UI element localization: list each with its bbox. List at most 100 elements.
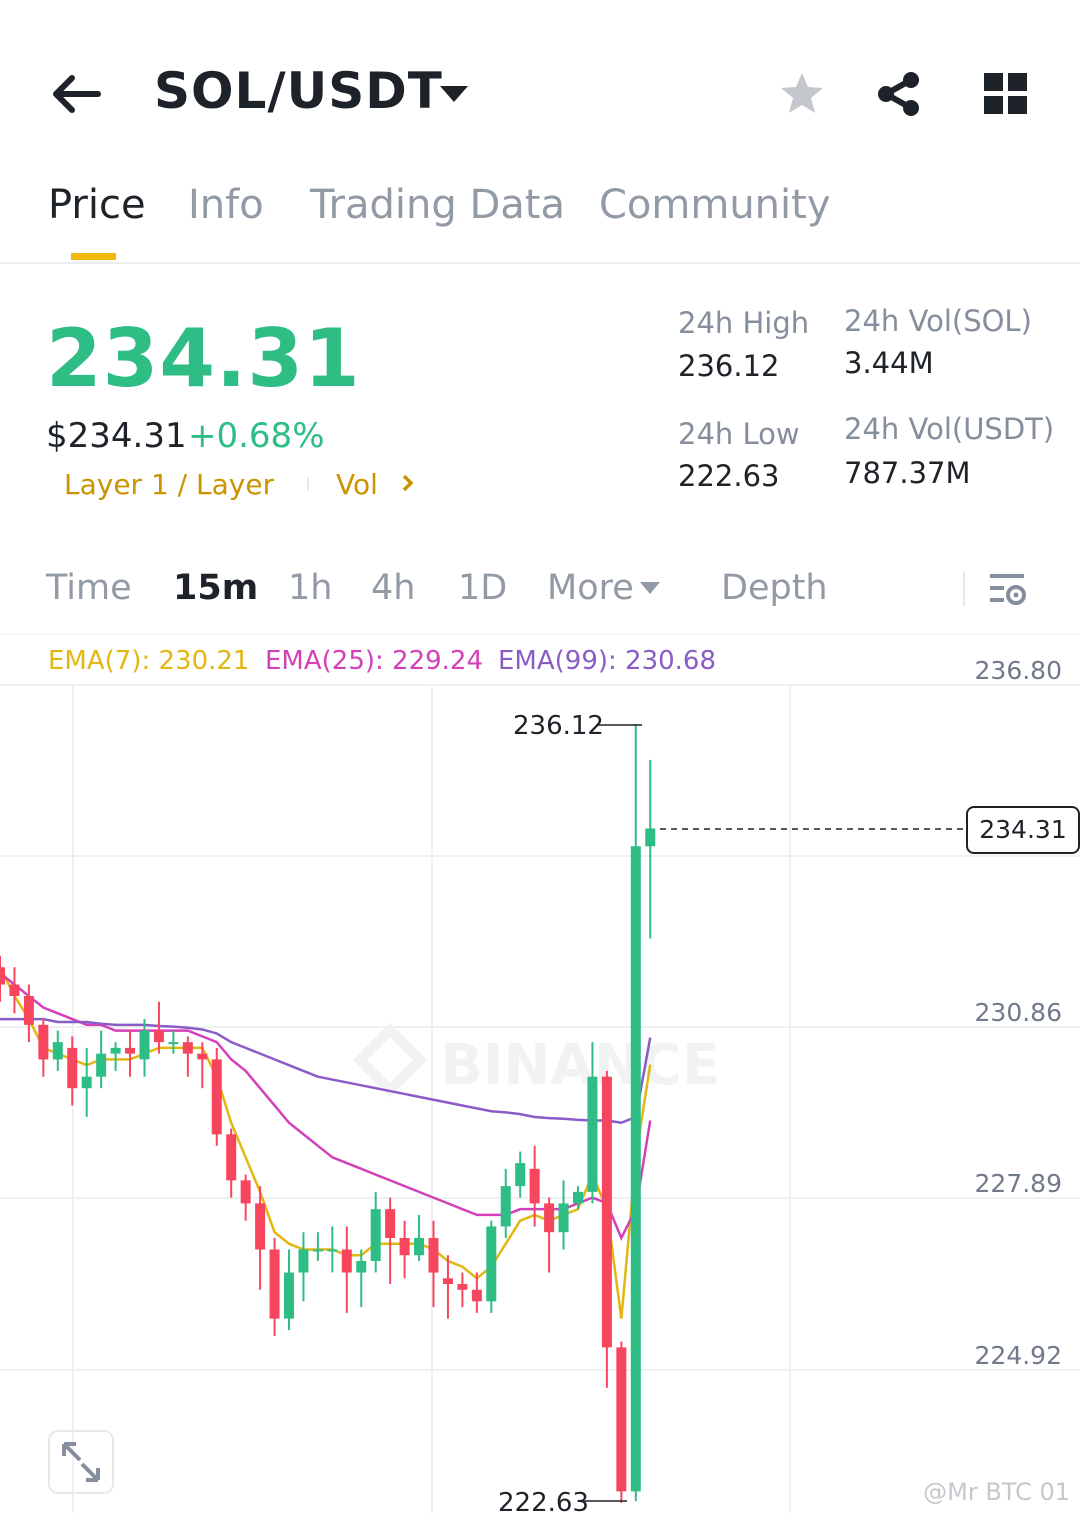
fullscreen-button[interactable]	[48, 1430, 114, 1494]
candle-body	[9, 984, 20, 997]
candle-body	[23, 996, 34, 1025]
candle-body	[544, 1203, 555, 1233]
candle-body	[370, 1209, 381, 1261]
candle-body	[457, 1284, 468, 1290]
candle	[442, 1255, 453, 1319]
candle	[341, 1226, 352, 1313]
back-arrow-icon	[53, 75, 101, 113]
candle-body	[96, 1053, 107, 1077]
expand-icon	[62, 1442, 100, 1482]
vol-tag[interactable]: Vol	[336, 468, 378, 501]
candle-body	[558, 1203, 569, 1233]
candle-body	[298, 1249, 309, 1273]
candle-body	[153, 1030, 164, 1043]
candle	[52, 1030, 63, 1071]
interval-depth[interactable]: Depth	[721, 568, 828, 608]
interval-separator	[963, 572, 965, 606]
active-tab-indicator	[71, 253, 116, 260]
chart-settings-icon	[990, 574, 1026, 605]
candle-body	[573, 1191, 583, 1204]
chevron-right-icon[interactable]	[400, 472, 416, 498]
candle-body	[255, 1203, 266, 1250]
current-price-tag[interactable]: 234.31	[966, 806, 1080, 854]
low-value: 222.63	[678, 459, 780, 493]
interval-1h[interactable]: 1h	[288, 568, 332, 608]
interval-bar: Time 15m 1h 4h 1D More Depth	[0, 568, 1080, 618]
candlestick-chart[interactable]: BINANCE	[0, 634, 1080, 1513]
y-tick-label: 224.92	[974, 1341, 1062, 1370]
ema-lines	[0, 966, 652, 1319]
interval-15m[interactable]: 15m	[173, 568, 258, 608]
category-tag[interactable]: Layer 1 / Layer	[64, 468, 274, 501]
candle	[38, 1019, 49, 1077]
candle	[298, 1232, 309, 1302]
y-tick-label: 227.89	[974, 1169, 1062, 1198]
candle	[96, 1030, 107, 1089]
candle	[601, 1070, 612, 1388]
candle	[327, 1226, 338, 1273]
candle	[515, 1151, 526, 1198]
layout-grid-button[interactable]	[984, 73, 1028, 115]
status-bar	[0, 0, 1080, 8]
candle-body	[356, 1261, 367, 1273]
candle	[385, 1197, 396, 1285]
candle-body	[486, 1226, 497, 1302]
candle-body	[587, 1076, 598, 1192]
tab-price[interactable]: Price	[48, 182, 146, 228]
share-icon	[878, 72, 919, 116]
pair-title[interactable]: SOL/USDT	[154, 62, 443, 120]
last-price: 234.31	[46, 312, 361, 405]
candle-body	[312, 1249, 323, 1252]
vol-quote-label: 24h Vol(USDT)	[844, 412, 1055, 446]
tab-divider	[0, 262, 1080, 264]
candle	[616, 1341, 627, 1503]
candle	[428, 1220, 439, 1308]
candle	[9, 967, 20, 1014]
candle	[226, 1128, 237, 1198]
interval-time[interactable]: Time	[46, 568, 132, 608]
candle-body	[182, 1042, 193, 1054]
low-label: 24h Low	[678, 417, 800, 451]
share-button[interactable]	[874, 70, 924, 118]
candle	[182, 1036, 193, 1077]
more-caret-icon[interactable]	[640, 582, 660, 594]
candle-body	[284, 1272, 294, 1319]
candle	[67, 1036, 78, 1106]
tab-community[interactable]: Community	[599, 182, 831, 228]
y-tick-label: 230.86	[974, 998, 1062, 1027]
candle-body	[52, 1042, 63, 1060]
high-marker-label: 236.12	[513, 711, 604, 741]
candle-body	[67, 1047, 78, 1089]
tab-trading-data[interactable]: Trading Data	[310, 182, 565, 228]
candle	[81, 1047, 92, 1117]
back-button[interactable]	[50, 72, 102, 116]
candle	[370, 1191, 381, 1273]
y-tick-label: 236.80	[974, 656, 1062, 685]
candle	[457, 1272, 468, 1308]
candle	[125, 1030, 136, 1077]
candle-body	[399, 1237, 410, 1256]
candle-body	[385, 1209, 396, 1238]
binance-watermark: BINANCE	[352, 1022, 720, 1098]
interval-more[interactable]: More	[547, 568, 634, 608]
interval-4h[interactable]: 4h	[371, 568, 415, 608]
candle-body	[327, 1249, 338, 1252]
high-label: 24h High	[678, 306, 810, 340]
usd-price: $234.31	[46, 416, 187, 456]
candle	[284, 1249, 294, 1331]
candle	[312, 1232, 323, 1261]
tab-info[interactable]: Info	[188, 182, 264, 228]
candle-body	[211, 1059, 222, 1135]
candle-body	[139, 1030, 150, 1060]
chart-settings-button[interactable]	[988, 570, 1028, 610]
favorite-button[interactable]	[778, 70, 826, 118]
interval-1d[interactable]: 1D	[458, 568, 507, 608]
candle-body	[471, 1289, 482, 1302]
dropdown-caret-icon[interactable]	[440, 86, 468, 102]
candle-body	[168, 1042, 179, 1045]
candle-body	[81, 1076, 92, 1089]
ema-line	[0, 966, 652, 1319]
candle	[240, 1174, 251, 1221]
vol-base-label: 24h Vol(SOL)	[844, 304, 1032, 338]
candle	[500, 1168, 511, 1238]
